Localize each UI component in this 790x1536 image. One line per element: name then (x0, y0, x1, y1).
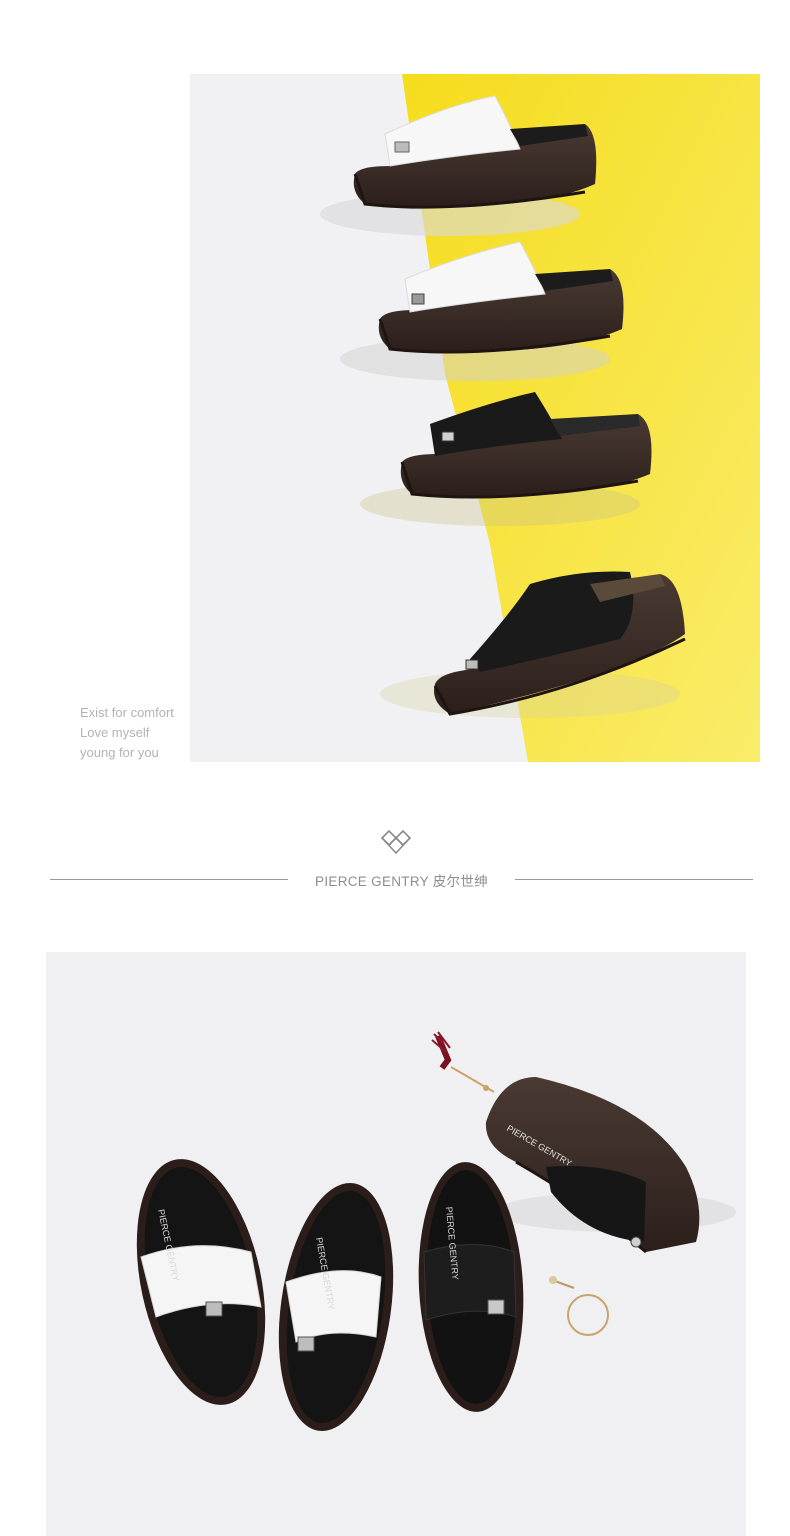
tagline-line-2: Love myself (80, 725, 150, 740)
tagline: Exist for comfort Love myself young for … (80, 703, 200, 763)
divider-line-left (50, 879, 288, 880)
hero-product-photo (190, 74, 760, 762)
flatlay-product-photo: PIERCE GENTRY PIERCE GENTRY PIERCE GENTR… (46, 952, 746, 1536)
flatlay-photo-art: PIERCE GENTRY PIERCE GENTRY PIERCE GENTR… (46, 952, 746, 1536)
tagline-line-3: young for you (80, 745, 159, 760)
tagline-line-1: Exist for comfort (80, 705, 174, 720)
hero-photo-art (190, 74, 760, 762)
brand-name: PIERCE GENTRY 皮尔世绅 (315, 874, 488, 889)
diamond-heart-logo-icon (379, 828, 413, 856)
divider-line-right (515, 879, 753, 880)
